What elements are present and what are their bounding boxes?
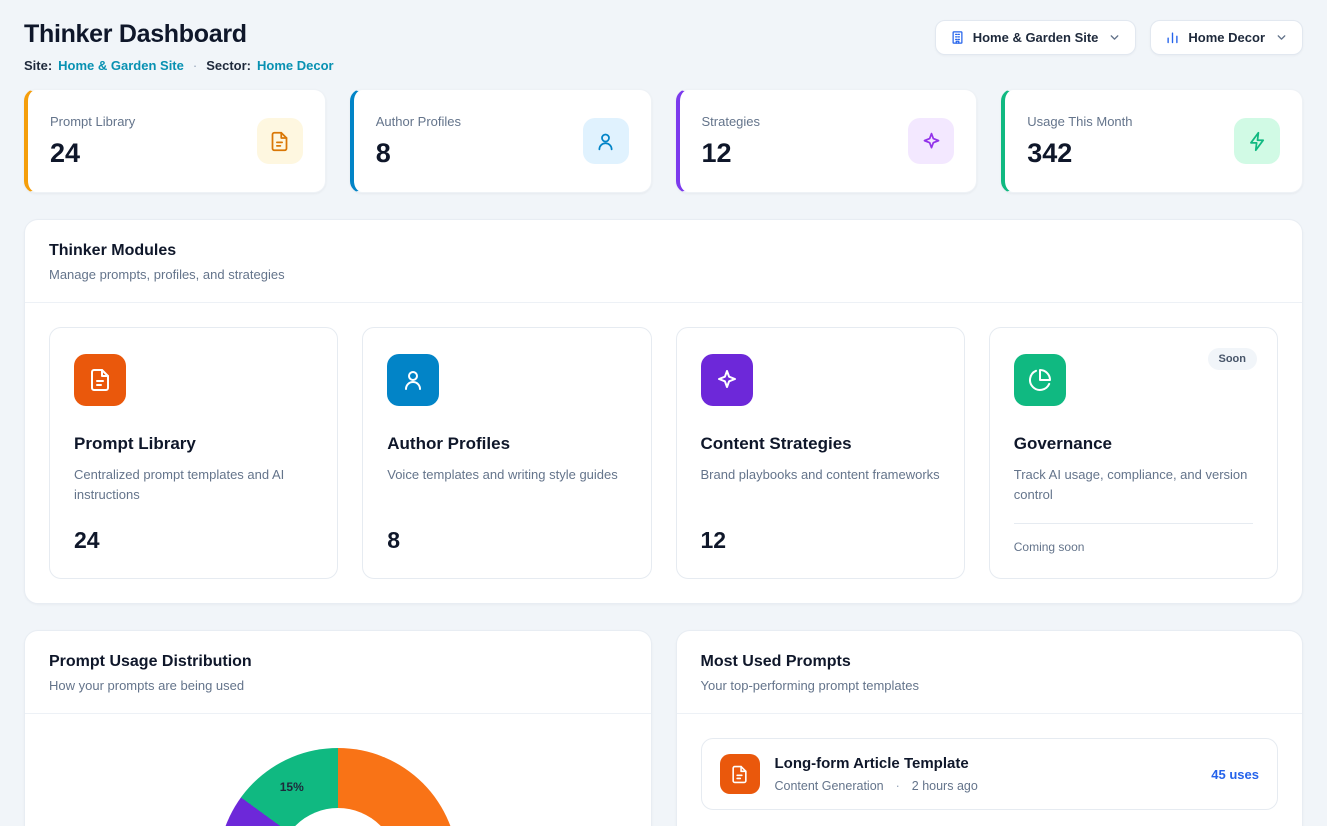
bottom-row: Prompt Usage Distribution How your promp… xyxy=(24,630,1303,826)
most-used-prompts-panel: Most Used Prompts Your top-performing pr… xyxy=(676,630,1304,826)
stat-card-usage-this-month: Usage This Month 342 xyxy=(1001,89,1303,193)
module-count: 8 xyxy=(387,527,626,554)
stat-card-strategies: Strategies 12 xyxy=(676,89,978,193)
site-label: Site: xyxy=(24,58,52,73)
sparkle-star-icon xyxy=(701,354,753,406)
module-description: Voice templates and writing style guides xyxy=(387,465,626,485)
stat-text: Usage This Month 342 xyxy=(1027,114,1132,169)
stat-label: Author Profiles xyxy=(376,114,461,129)
modules-panel-body: Prompt Library Centralized prompt templa… xyxy=(25,303,1302,603)
prompt-text: Long-form Article Template Content Gener… xyxy=(775,755,1197,793)
module-title: Governance xyxy=(1014,434,1253,454)
stat-text: Author Profiles 8 xyxy=(376,114,461,169)
usage-panel-title: Prompt Usage Distribution xyxy=(49,653,627,671)
prompt-time: 2 hours ago xyxy=(912,779,978,793)
divider xyxy=(1014,523,1253,524)
document-icon xyxy=(74,354,126,406)
site-link[interactable]: Home & Garden Site xyxy=(58,58,184,73)
sector-selector-label: Home Decor xyxy=(1188,30,1265,45)
pie-chart-icon xyxy=(1014,354,1066,406)
coming-soon-label: Coming soon xyxy=(1014,540,1253,554)
thinker-dashboard-page: Thinker Dashboard Site: Home & Garden Si… xyxy=(0,0,1327,826)
separator-dot: · xyxy=(896,779,900,793)
prompt-meta: Content Generation · 2 hours ago xyxy=(775,779,1197,793)
sector-label: Sector: xyxy=(206,58,251,73)
module-card-governance[interactable]: Soon Governance Track AI usage, complian… xyxy=(989,327,1278,579)
modules-panel-title: Thinker Modules xyxy=(49,242,1278,260)
sector-selector-dropdown[interactable]: Home Decor xyxy=(1150,20,1303,55)
module-card-prompt-library[interactable]: Prompt Library Centralized prompt templa… xyxy=(49,327,338,579)
soon-badge: Soon xyxy=(1208,348,1258,370)
module-card-content-strategies[interactable]: Content Strategies Brand playbooks and c… xyxy=(676,327,965,579)
module-card-author-profiles[interactable]: Author Profiles Voice templates and writ… xyxy=(362,327,651,579)
donut-slice-label: 15% xyxy=(280,780,304,794)
prompt-list-item[interactable]: Long-form Article Template Content Gener… xyxy=(701,738,1279,810)
prompt-usage-panel: Prompt Usage Distribution How your promp… xyxy=(24,630,652,826)
stat-text: Strategies 12 xyxy=(702,114,761,169)
prompt-uses-badge: 45 uses xyxy=(1211,767,1259,782)
module-description: Brand playbooks and content frameworks xyxy=(701,465,940,485)
module-title: Content Strategies xyxy=(701,434,940,454)
header-titles: Thinker Dashboard Site: Home & Garden Si… xyxy=(24,20,334,73)
site-selector-label: Home & Garden Site xyxy=(973,30,1099,45)
stat-card-author-profiles: Author Profiles 8 xyxy=(350,89,652,193)
document-icon xyxy=(720,754,760,794)
donut-chart-wrap: 15% xyxy=(218,748,458,826)
usage-panel-header: Prompt Usage Distribution How your promp… xyxy=(25,631,651,713)
prompt-title: Long-form Article Template xyxy=(775,755,1197,772)
bar-chart-icon xyxy=(1165,30,1180,45)
chevron-down-icon xyxy=(1275,31,1288,44)
stat-card-prompt-library: Prompt Library 24 xyxy=(24,89,326,193)
prompts-panel-title: Most Used Prompts xyxy=(701,653,1279,671)
stat-value: 342 xyxy=(1027,138,1132,169)
document-icon xyxy=(257,118,303,164)
prompts-panel-subtitle: Your top-performing prompt templates xyxy=(701,678,1279,693)
module-description: Centralized prompt templates and AI inst… xyxy=(74,465,313,505)
user-icon xyxy=(387,354,439,406)
usage-chart-body: 15% xyxy=(25,748,651,826)
stat-value: 12 xyxy=(702,138,761,169)
sparkle-star-icon xyxy=(908,118,954,164)
stat-value: 24 xyxy=(50,138,135,169)
stat-text: Prompt Library 24 xyxy=(50,114,135,169)
prompt-category: Content Generation xyxy=(775,779,884,793)
module-count: 24 xyxy=(74,527,313,554)
building-icon xyxy=(950,30,965,45)
page-title: Thinker Dashboard xyxy=(24,20,334,49)
modules-panel-subtitle: Manage prompts, profiles, and strategies xyxy=(49,267,1278,282)
separator-dot: · xyxy=(193,58,197,73)
breadcrumb: Site: Home & Garden Site · Sector: Home … xyxy=(24,58,334,73)
stats-row: Prompt Library 24 Author Profiles 8 Stra… xyxy=(24,89,1303,193)
stat-label: Prompt Library xyxy=(50,114,135,129)
sector-link[interactable]: Home Decor xyxy=(257,58,334,73)
user-icon xyxy=(583,118,629,164)
site-selector-dropdown[interactable]: Home & Garden Site xyxy=(935,20,1137,55)
modules-panel-header: Thinker Modules Manage prompts, profiles… xyxy=(25,220,1302,302)
stat-label: Usage This Month xyxy=(1027,114,1132,129)
module-title: Prompt Library xyxy=(74,434,313,454)
module-count: 12 xyxy=(701,527,940,554)
stat-label: Strategies xyxy=(702,114,761,129)
lightning-bolt-icon xyxy=(1234,118,1280,164)
modules-grid: Prompt Library Centralized prompt templa… xyxy=(49,327,1278,579)
module-title: Author Profiles xyxy=(387,434,626,454)
divider xyxy=(25,713,651,714)
header-selectors: Home & Garden Site Home Decor xyxy=(935,20,1303,55)
chevron-down-icon xyxy=(1108,31,1121,44)
module-description: Track AI usage, compliance, and version … xyxy=(1014,465,1253,505)
thinker-modules-panel: Thinker Modules Manage prompts, profiles… xyxy=(24,219,1303,604)
page-header: Thinker Dashboard Site: Home & Garden Si… xyxy=(24,20,1303,73)
stat-value: 8 xyxy=(376,138,461,169)
prompts-panel-body: Long-form Article Template Content Gener… xyxy=(677,714,1303,826)
usage-panel-subtitle: How your prompts are being used xyxy=(49,678,627,693)
prompts-panel-header: Most Used Prompts Your top-performing pr… xyxy=(677,631,1303,713)
